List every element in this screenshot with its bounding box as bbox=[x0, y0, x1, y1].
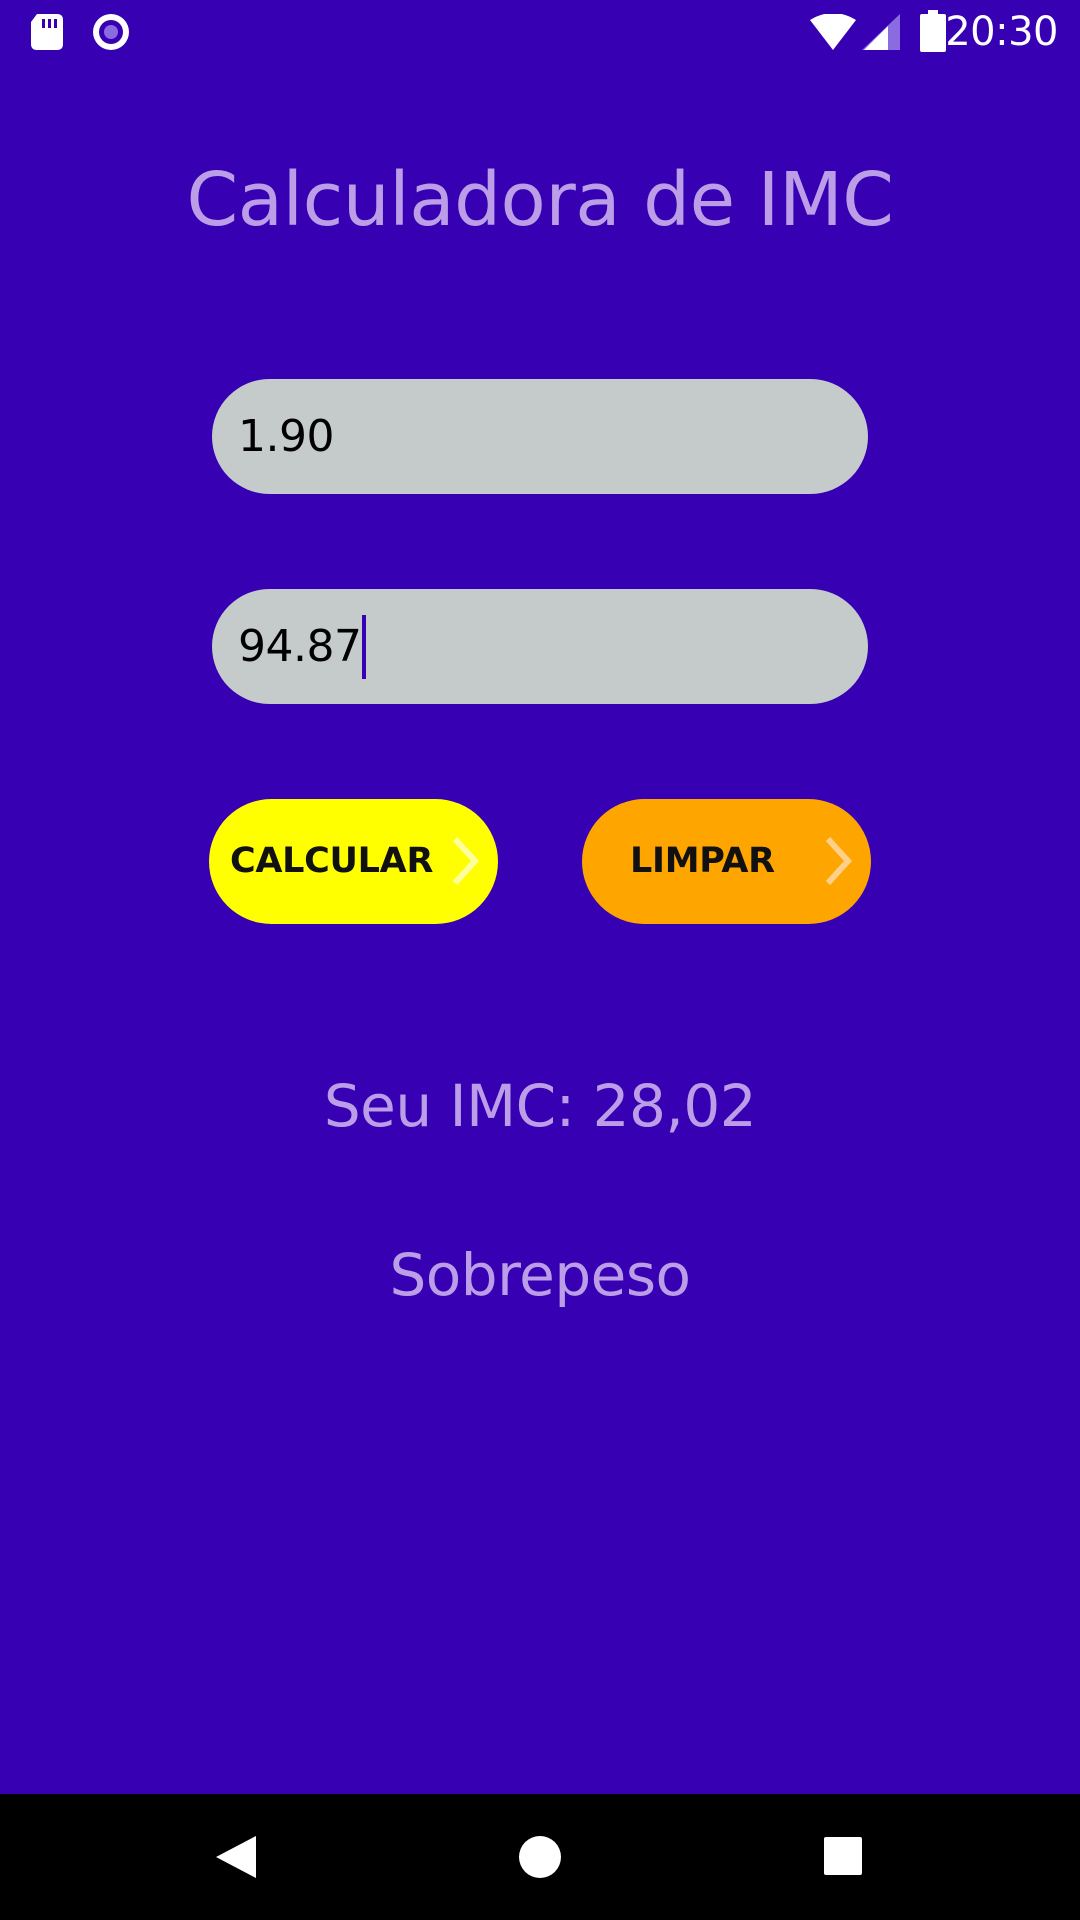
screen-record-icon bbox=[93, 14, 129, 50]
imc-classification: Sobrepeso bbox=[389, 1241, 691, 1309]
calculate-button-label: CALCULAR bbox=[230, 841, 434, 881]
back-icon[interactable] bbox=[214, 1834, 258, 1880]
height-input[interactable]: 1.90 bbox=[212, 379, 868, 494]
recents-icon[interactable] bbox=[823, 1836, 863, 1876]
clear-button-label: LIMPAR bbox=[630, 841, 775, 881]
wifi-icon bbox=[810, 14, 856, 50]
height-value: 1.90 bbox=[238, 410, 334, 462]
status-clock: 20:30 bbox=[945, 9, 1058, 55]
clear-button[interactable]: LIMPAR bbox=[582, 799, 871, 924]
home-icon[interactable] bbox=[518, 1834, 562, 1880]
sd-card-icon bbox=[31, 14, 63, 50]
status-bar: 20:30 bbox=[0, 0, 1080, 63]
chevron-right-icon bbox=[452, 836, 480, 886]
page-title: Calculadora de IMC bbox=[186, 157, 894, 243]
signal-icon bbox=[862, 14, 900, 50]
calculate-button[interactable]: CALCULAR bbox=[209, 799, 498, 924]
text-cursor bbox=[362, 614, 367, 679]
imc-result: Seu IMC: 28,02 bbox=[323, 1072, 757, 1140]
battery-icon bbox=[920, 10, 946, 52]
navigation-bar bbox=[0, 1794, 1080, 1920]
weight-value: 94.87 bbox=[238, 620, 362, 672]
weight-input[interactable]: 94.87 bbox=[212, 589, 868, 704]
chevron-right-icon bbox=[825, 836, 853, 886]
